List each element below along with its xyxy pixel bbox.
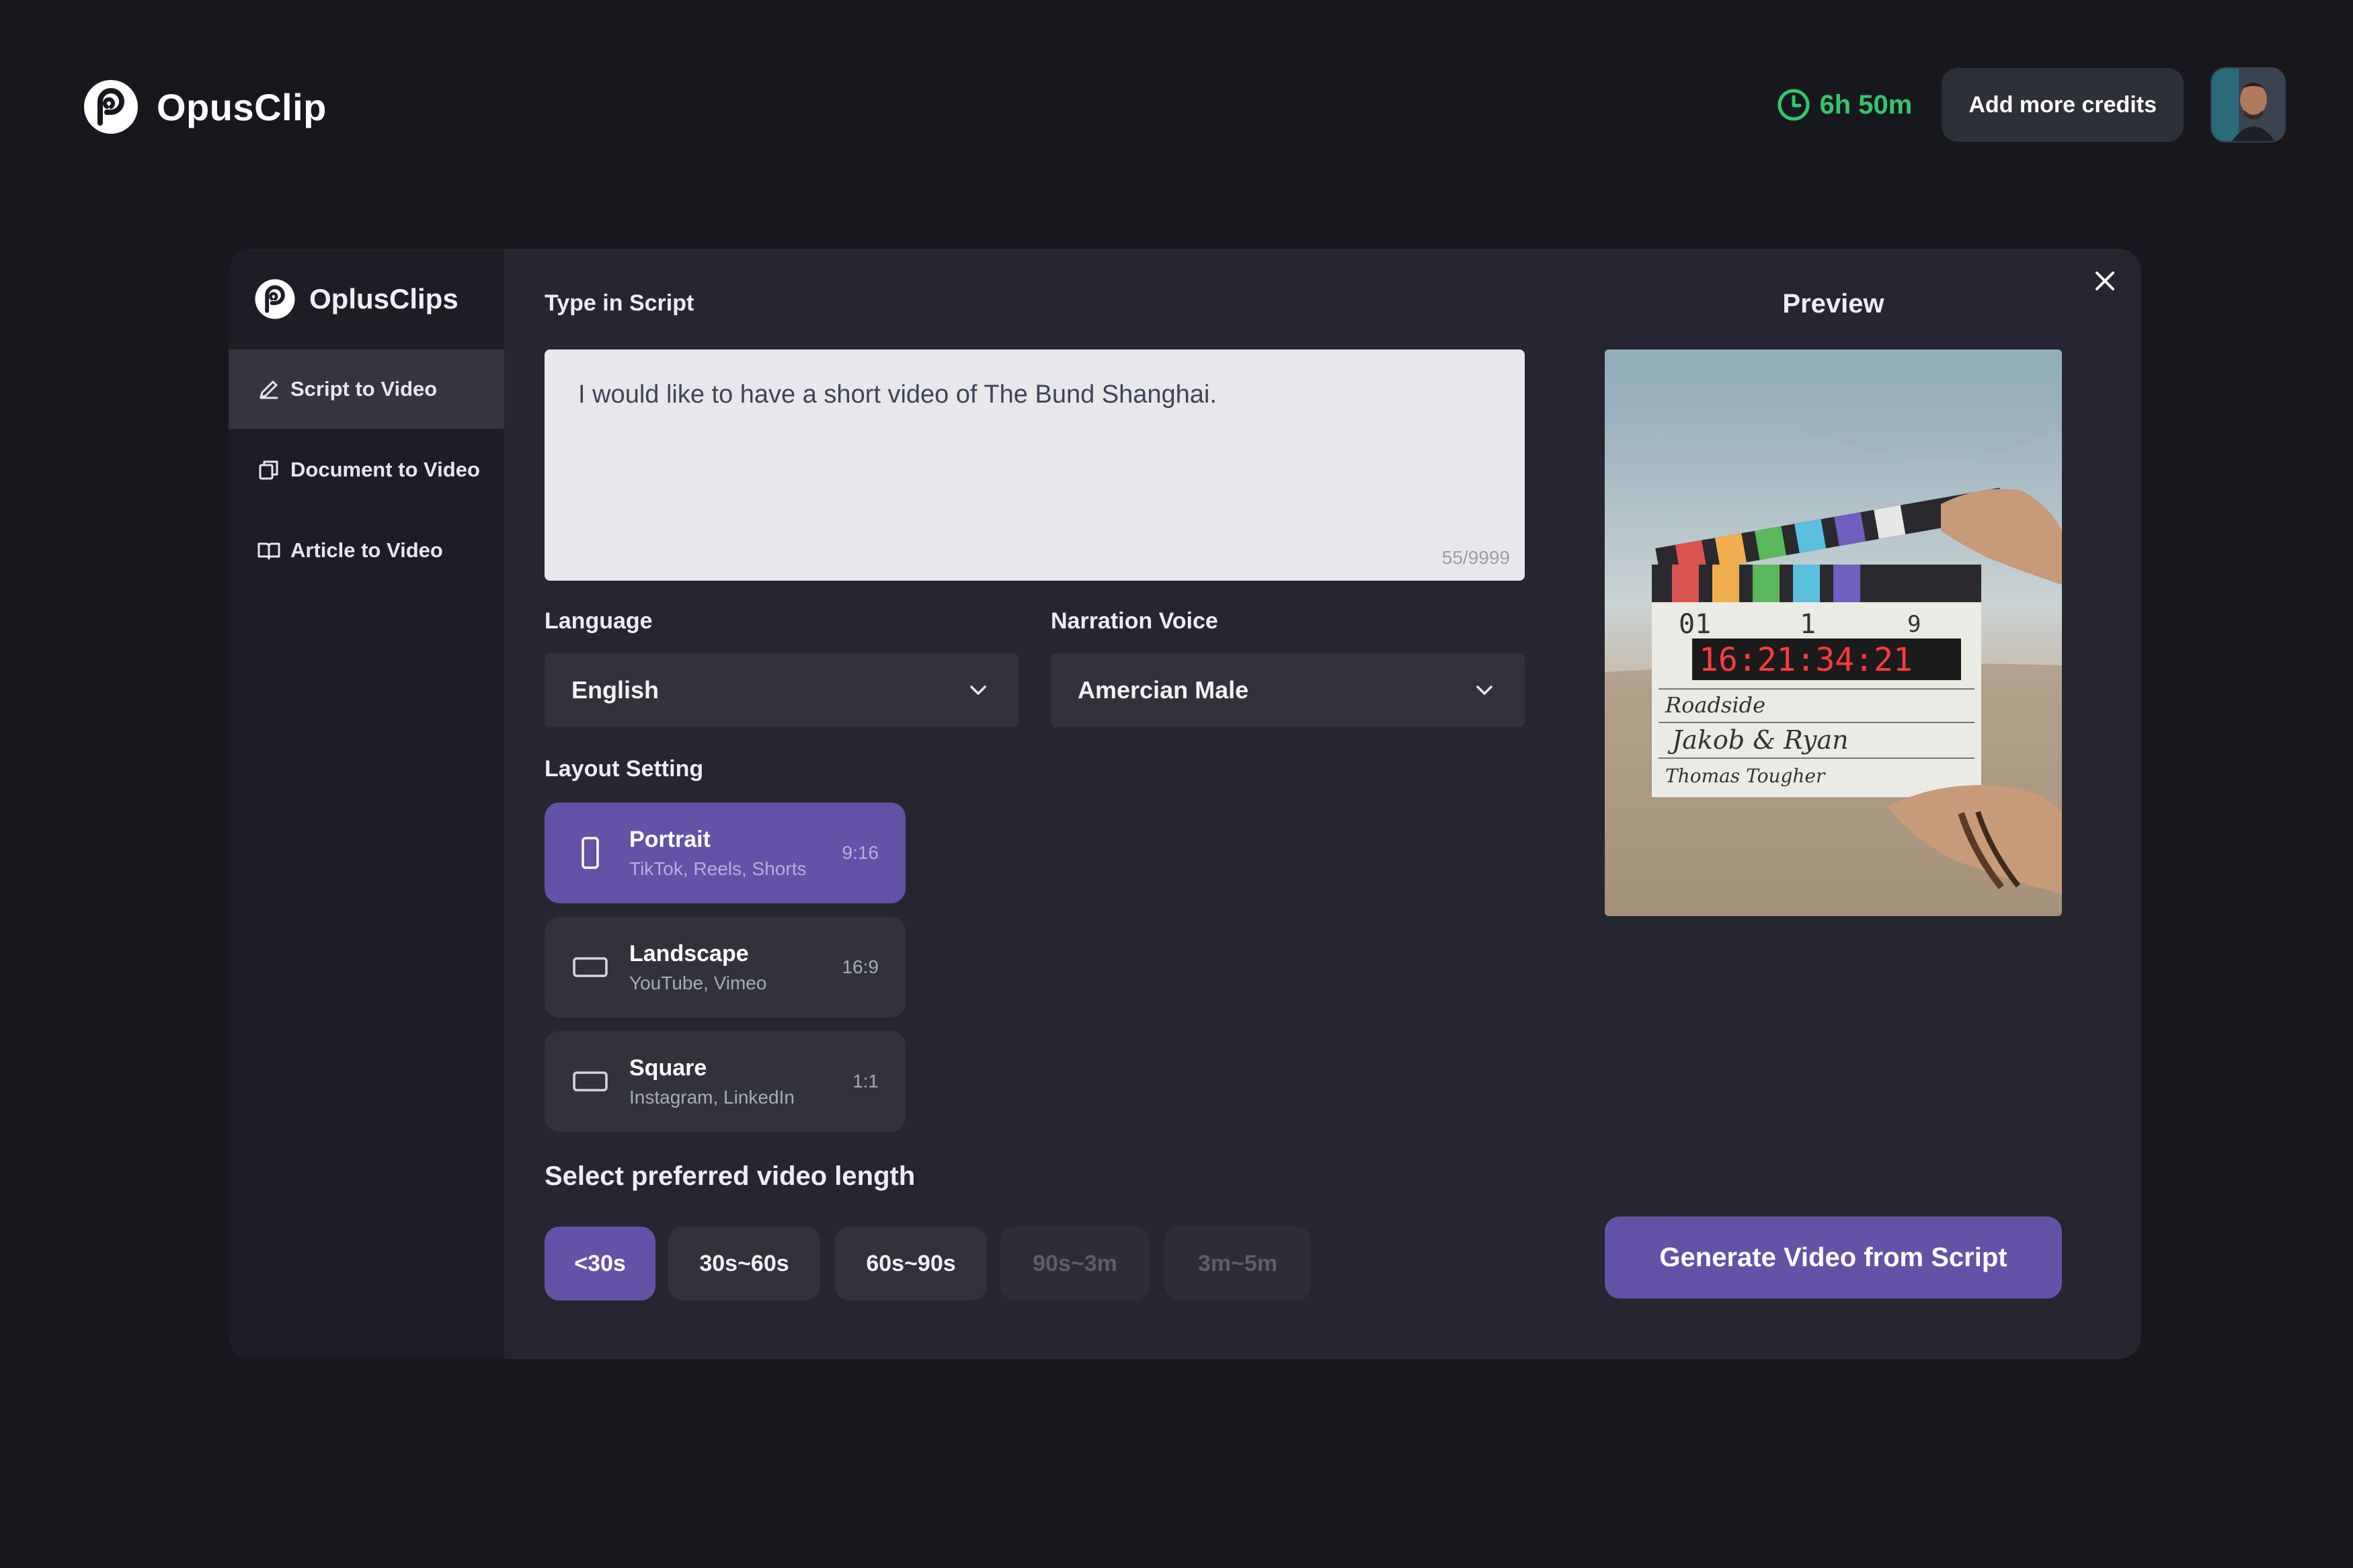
nav-item-script-to-video[interactable]: Script to Video [229,349,504,429]
chevron-down-icon [1476,686,1492,695]
generate-video-button[interactable]: Generate Video from Script [1605,1216,2062,1298]
length-label: Select preferred video length [545,1161,916,1191]
layout-ratio: 16:9 [842,956,879,977]
landscape-icon [573,957,608,977]
oplusclips-logo-icon [255,279,295,319]
portrait-icon [582,837,599,869]
length-option-60s-90s[interactable]: 60s~90s [835,1227,987,1301]
voice-label: Narration Voice [1051,608,1218,634]
clapperboard-photo: 01 1 9 16:21:34:21 Roadside Jakob & Ryan… [1605,349,2062,916]
modal-brand-name: OplusClips [309,283,458,315]
script-text: I would like to have a short video of Th… [578,380,1217,409]
clapper-scene: 1 [1800,609,1816,640]
nav-item-document-to-video[interactable]: Document to Video [229,430,504,509]
pencil-icon [260,380,278,399]
length-option-30s-60s[interactable]: 30s~60s [668,1227,820,1301]
opusclip-logo-icon [84,80,138,134]
layout-title: Square [629,1055,707,1081]
language-label: Language [545,608,653,634]
book-icon [257,542,280,560]
layout-option-square[interactable]: Square Instagram, LinkedIn 1:1 [545,1031,906,1132]
nav-label: Script to Video [290,377,438,401]
clapper-timecode: 16:21:34:21 [1699,641,1913,679]
square-icon [573,1071,608,1091]
credit-timer: 6h 50m [1777,88,1913,122]
avatar[interactable] [2210,67,2286,142]
preview-image: 01 1 9 16:21:34:21 Roadside Jakob & Ryan… [1605,349,2062,916]
length-option-under-30s[interactable]: <30s [545,1227,655,1301]
length-option-90s-3m[interactable]: 90s~3m [1000,1227,1150,1301]
voice-value: Amercian Male [1078,676,1249,704]
layout-option-landscape[interactable]: Landscape YouTube, Vimeo 16:9 [545,917,906,1018]
document-copy-icon [259,460,278,480]
clock-icon [1778,89,1810,121]
brand[interactable]: OpusClip [83,77,327,136]
layout-ratio: 1:1 [852,1071,879,1091]
layout-option-portrait[interactable]: Portrait TikTok, Reels, Shorts 9:16 [545,802,906,903]
script-input[interactable]: I would like to have a short video of Th… [545,349,1525,581]
add-credits-button[interactable]: Add more credits [1942,68,2184,142]
language-select[interactable]: English [545,653,1019,727]
character-counter: 55/9999 [1441,547,1510,568]
user-photo-icon [2212,69,2284,141]
layout-subtitle: TikTok, Reels, Shorts [629,858,807,879]
length-option-3m-5m[interactable]: 3m~5m [1164,1227,1311,1301]
nav-label: Article to Video [290,538,443,562]
brand-name: OpusClip [157,85,327,128]
layout-ratio: 9:16 [842,842,879,863]
modal-brand: OplusClips [254,277,458,321]
layout-label: Layout Setting [545,756,704,782]
layout-subtitle: YouTube, Vimeo [629,972,767,993]
header-actions: 6h 50m Add more credits [1777,67,2286,142]
preview-title: Preview [1782,289,1884,319]
chevron-down-icon [970,686,986,695]
script-label: Type in Script [545,290,694,316]
clapper-roll: 01 [1679,609,1711,640]
close-button[interactable] [2085,261,2125,301]
timer-text: 6h 50m [1819,89,1913,120]
close-icon [2096,272,2114,290]
voice-select[interactable]: Amercian Male [1051,653,1525,727]
layout-title: Landscape [629,940,749,966]
clapper-line-1: Roadside [1665,692,1765,718]
nav-label: Document to Video [290,458,480,481]
clapper-line-2: Jakob & Ryan [1667,725,1849,755]
clapper-line-3: Thomas Tougher [1665,765,1826,787]
language-value: English [571,676,660,704]
layout-subtitle: Instagram, LinkedIn [629,1086,795,1108]
layout-title: Portrait [629,826,711,852]
nav-item-article-to-video[interactable]: Article to Video [229,511,504,590]
clapper-take: 9 [1907,611,1921,638]
modal-sidebar: OplusClips Script to Video Document to V… [229,249,504,1359]
script-to-video-modal: OplusClips Script to Video Document to V… [229,249,2141,1359]
